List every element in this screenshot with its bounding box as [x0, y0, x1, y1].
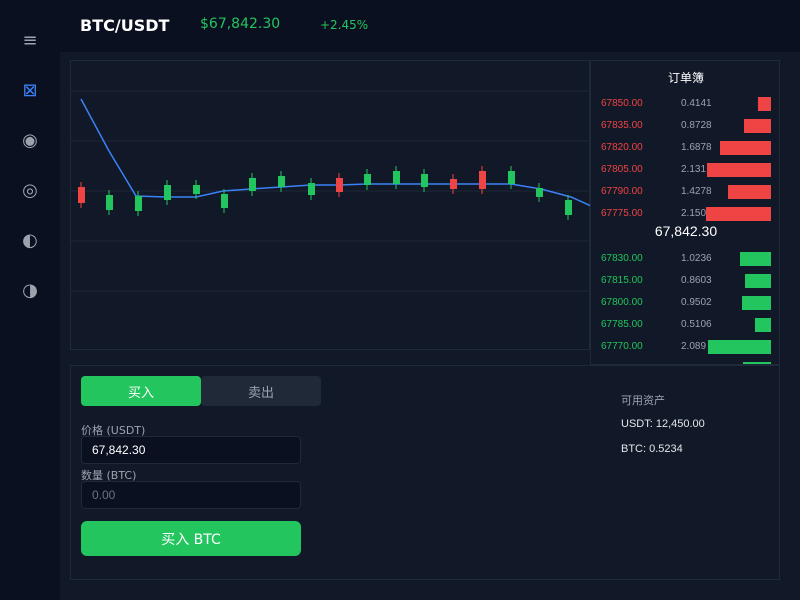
- ask-row[interactable]: 67790.00 1.4278: [591, 183, 779, 205]
- chart-grid: [71, 90, 591, 292]
- tab-sell[interactable]: 卖出: [201, 376, 321, 406]
- trade-panel: 买入 卖出 价格 (USDT) 数量 (BTC) 买入 BTC 可用资产 USD…: [70, 365, 780, 580]
- candle-body: [508, 171, 515, 184]
- bid-price: 67770.00: [601, 341, 643, 352]
- bid-row[interactable]: 67785.00 0.5106: [591, 316, 779, 338]
- bid-price: 67830.00: [601, 253, 643, 264]
- ask-qty: 1.6878: [681, 142, 712, 153]
- chart-icon[interactable]: ⊠: [15, 75, 45, 105]
- ask-qty: 0.8728: [681, 120, 712, 131]
- candle-body: [164, 185, 171, 200]
- bid-qty: 1.0236: [681, 253, 712, 264]
- quantity-input[interactable]: [81, 481, 301, 509]
- candles: [78, 166, 572, 220]
- depth-bar: [745, 274, 771, 288]
- btc-balance: BTC: 0.5234: [621, 443, 683, 455]
- depth-bar: [742, 296, 771, 310]
- ask-row[interactable]: 67820.00 1.6878: [591, 139, 779, 161]
- usdt-balance: USDT: 12,450.00: [621, 418, 705, 430]
- bid-row[interactable]: 67770.00 2.089: [591, 338, 779, 360]
- depth-bar: [758, 97, 771, 111]
- candle-body: [565, 200, 572, 215]
- ask-price: 67850.00: [601, 98, 643, 109]
- candle-body: [364, 174, 371, 185]
- ask-row[interactable]: 67850.00 0.4141: [591, 95, 779, 117]
- depth-bar: [706, 207, 771, 221]
- ask-qty: 2.150: [681, 208, 707, 219]
- depth-bar: [707, 163, 771, 177]
- bid-qty: 0.5106: [681, 319, 712, 330]
- candlestick-chart: [71, 90, 591, 292]
- candle-body: [536, 188, 543, 197]
- target-icon[interactable]: ◉: [15, 125, 45, 155]
- bid-price: 67815.00: [601, 275, 643, 286]
- orderbook-title: 订单簿: [667, 71, 704, 85]
- ask-qty: 0.4141: [681, 98, 712, 109]
- candle-body: [479, 171, 486, 189]
- ask-qty: 2.131: [681, 164, 707, 175]
- ask-price: 67835.00: [601, 120, 643, 131]
- orderbook-mid-price: 67,842.30: [654, 223, 718, 239]
- bid-qty: 2.089: [681, 341, 707, 352]
- price-input[interactable]: [81, 436, 301, 464]
- depth-bar: [744, 119, 771, 133]
- candle-body: [450, 179, 457, 189]
- ask-price: 67790.00: [601, 186, 643, 197]
- bid-price: 67785.00: [601, 319, 643, 330]
- current-price: $67,842.30: [200, 16, 281, 32]
- header: BTC/USDT $67,842.30 +2.45%: [60, 0, 800, 52]
- ask-qty: 1.4278: [681, 186, 712, 197]
- candle-body: [221, 194, 228, 208]
- bid-qty: 0.8603: [681, 275, 712, 286]
- sidebar: ≡ ⊠ ◉ ◎ ◐ ◑: [0, 0, 60, 600]
- candle-body: [193, 185, 200, 194]
- candle-body: [106, 195, 113, 210]
- menu-icon[interactable]: ≡: [15, 25, 45, 55]
- buy-btc-button[interactable]: 买入 BTC: [81, 521, 301, 556]
- candle-body: [135, 196, 142, 211]
- depth-bar: [740, 252, 771, 266]
- ring-icon[interactable]: ◎: [15, 175, 45, 205]
- ask-row[interactable]: 67835.00 0.8728: [591, 117, 779, 139]
- candle-body: [393, 171, 400, 184]
- trading-pair[interactable]: BTC/USDT: [80, 16, 169, 35]
- ask-price: 67805.00: [601, 164, 643, 175]
- bid-row[interactable]: 67800.00 0.9502: [591, 294, 779, 316]
- candle-body: [336, 178, 343, 192]
- depth-bar: [720, 141, 771, 155]
- candle-body: [421, 174, 428, 187]
- tab-buy[interactable]: 买入: [81, 376, 201, 406]
- depth-bar: [755, 318, 771, 332]
- depth-bar: [728, 185, 771, 199]
- price-chart[interactable]: [70, 60, 591, 350]
- ask-row[interactable]: 67805.00 2.131: [591, 161, 779, 183]
- bid-qty: 0.9502: [681, 297, 712, 308]
- ask-price: 67820.00: [601, 142, 643, 153]
- contrast-icon[interactable]: ◑: [15, 275, 45, 305]
- candle-body: [249, 178, 256, 191]
- depth-bar: [708, 340, 771, 354]
- bid-row[interactable]: 67830.00 1.0236: [591, 250, 779, 272]
- half-circle-icon[interactable]: ◐: [15, 225, 45, 255]
- bid-row[interactable]: 67815.00 0.8603: [591, 272, 779, 294]
- price-change: +2.45%: [320, 18, 369, 32]
- candle-body: [78, 187, 85, 203]
- order-book: 订单簿 67850.00 0.4141 67835.00 0.8728 6782…: [590, 60, 780, 365]
- candle-body: [308, 183, 315, 195]
- ask-price: 67775.00: [601, 208, 643, 219]
- bid-price: 67800.00: [601, 297, 643, 308]
- candle-body: [278, 176, 285, 187]
- available-assets-title: 可用资产: [621, 394, 665, 407]
